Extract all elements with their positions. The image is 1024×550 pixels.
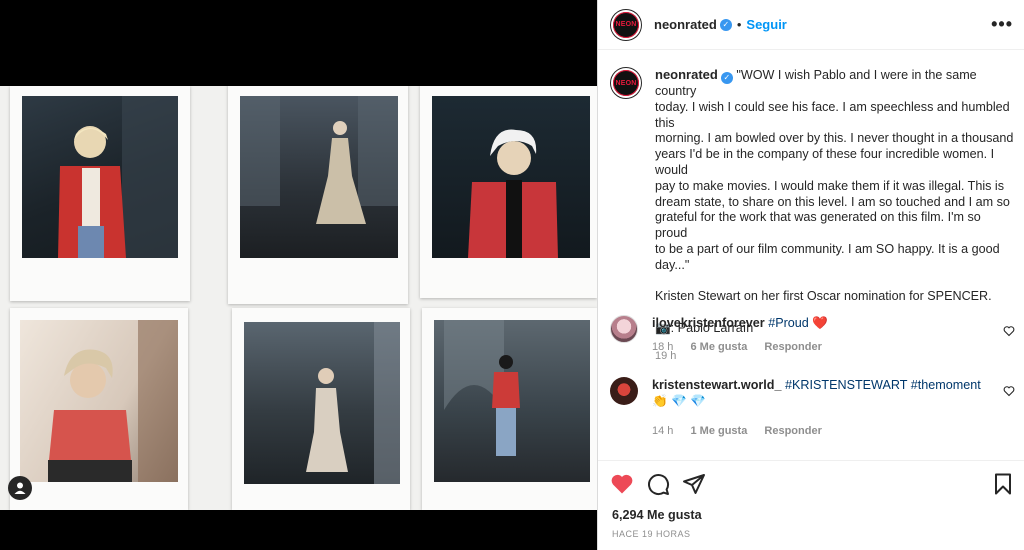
avatar[interactable]: NEON xyxy=(610,8,642,41)
comment-timestamp[interactable]: 18 h xyxy=(652,341,673,353)
caption-text: Kristen Stewart on her first Oscar nomin… xyxy=(655,289,992,304)
caption-text: grateful for the work that was generated… xyxy=(655,210,981,241)
avatar[interactable] xyxy=(610,377,638,405)
avatar[interactable] xyxy=(610,315,638,343)
caption-text: to be a part of our film community. I am… xyxy=(655,241,1000,256)
caption-text: day..." xyxy=(655,257,690,272)
caption-username-link[interactable]: neonrated xyxy=(655,67,718,82)
comment-text[interactable]: #Proud ❤️ xyxy=(768,316,828,330)
comment-icon[interactable] xyxy=(646,472,670,496)
post-side-panel: NEON neonrated ✓ • Seguir ••• NEON neonr… xyxy=(597,0,1024,550)
polaroid-2 xyxy=(228,86,408,304)
reply-button[interactable]: Responder xyxy=(764,425,821,437)
caption-text: dream state, to share on this level. I a… xyxy=(655,194,1010,209)
polaroid-5 xyxy=(232,308,410,510)
comment-timestamp[interactable]: 14 h xyxy=(652,425,673,437)
comments-scroll-area[interactable]: NEON neonrated ✓ "WOW I wish Pablo and I … xyxy=(598,51,1024,461)
heart-icon[interactable] xyxy=(1003,325,1015,337)
post-media[interactable] xyxy=(0,0,597,550)
post-timestamp[interactable]: HACE 19 HORAS xyxy=(612,529,691,539)
post-header: NEON neonrated ✓ • Seguir ••• xyxy=(598,0,1024,50)
more-options-icon[interactable]: ••• xyxy=(991,14,1013,35)
avatar[interactable]: NEON xyxy=(610,67,642,99)
heart-icon[interactable] xyxy=(1003,385,1015,397)
comment-likes-count[interactable]: 1 Me gusta xyxy=(690,425,747,437)
post-actions: 6,294 Me gusta HACE 19 HORAS xyxy=(598,460,1024,550)
polaroid-6 xyxy=(422,308,597,510)
caption-text: today. I wish I could see his face. I am… xyxy=(655,99,1010,130)
polaroid-3 xyxy=(420,86,597,298)
caption-text: years I'd be in the company of these fou… xyxy=(655,147,995,177)
like-count[interactable]: 6,294 Me gusta xyxy=(612,508,702,522)
caption-text: pay to make movies. I would make them if… xyxy=(655,178,1005,193)
username-link[interactable]: neonrated xyxy=(654,17,717,32)
comment-likes-count[interactable]: 6 Me gusta xyxy=(690,341,747,353)
verified-badge-icon: ✓ xyxy=(720,72,733,84)
polaroid-1 xyxy=(10,86,190,301)
neon-logo: NEON xyxy=(613,70,639,96)
verified-badge-icon: ✓ xyxy=(719,18,732,31)
neon-logo: NEON xyxy=(613,11,639,38)
caption-text: morning. I am bowled over by this. I nev… xyxy=(655,131,1014,146)
reply-button[interactable]: Responder xyxy=(764,341,821,353)
comment-username-link[interactable]: ilovekristenforever xyxy=(652,316,765,330)
polaroid-4 xyxy=(10,308,188,510)
heart-icon[interactable] xyxy=(610,472,634,496)
comment-username-link[interactable]: kristenstewart.world_ xyxy=(652,378,781,392)
user-tag-icon[interactable] xyxy=(8,476,32,500)
bookmark-icon[interactable] xyxy=(991,472,1015,496)
comment-item: ilovekristenforever #Proud ❤️ 18 h 6 Me … xyxy=(610,315,1015,355)
comment-item: kristenstewart.world_ #KRISTENSTEWART #t… xyxy=(610,377,1015,439)
follow-button[interactable]: Seguir xyxy=(746,17,786,32)
dot-separator: • xyxy=(736,17,742,32)
polaroid-collage-image xyxy=(0,86,597,510)
paper-plane-icon[interactable] xyxy=(682,472,706,496)
